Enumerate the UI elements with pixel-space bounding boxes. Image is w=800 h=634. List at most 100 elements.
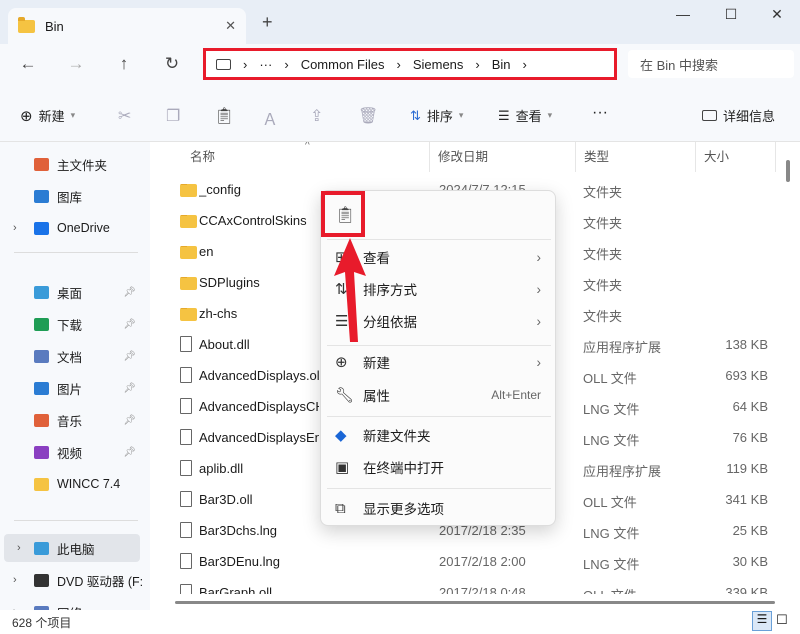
file-size: 25 KB [732, 523, 768, 538]
details-button[interactable]: 详细信息 [702, 106, 775, 125]
folder-icon [180, 308, 197, 321]
sidebar-item-icon [34, 477, 49, 491]
sidebar-item[interactable]: 视频 📌︎ [0, 438, 148, 466]
sidebar-item[interactable]: 图库 [0, 182, 148, 210]
item-count: 628 个项目 [12, 616, 72, 630]
chevron-right-icon[interactable]: › [13, 574, 17, 586]
sort-button[interactable]: ⇅ 排序 ▾ [410, 106, 463, 125]
breadcrumb-bin[interactable]: Bin [492, 57, 511, 72]
details-label: 详细信息 [723, 109, 776, 124]
sidebar-item[interactable]: 图片 📌︎ [0, 374, 148, 402]
chevron-right-icon: › [536, 354, 542, 370]
context-menu-item[interactable]: 🔧︎ 属性 Alt+Enter [321, 379, 557, 411]
sidebar-item-label: 此电脑 [57, 542, 95, 557]
breadcrumb-siemens[interactable]: Siemens [413, 57, 464, 72]
search-input[interactable]: 在 Bin 中搜索 [628, 50, 794, 78]
chevron-right-icon: › [396, 56, 401, 72]
file-name: AdvancedDisplaysEn [199, 430, 319, 445]
new-folder-icon: ◆ [335, 427, 347, 444]
file-type: 文件夹 [583, 309, 623, 324]
chevron-right-icon: › [475, 56, 480, 72]
pin-icon[interactable]: 📌︎ [123, 447, 136, 458]
view-button[interactable]: ☰ 查看 ▾ [498, 106, 552, 125]
sort-label: 排序 [426, 109, 453, 124]
minimize-button[interactable]: — [660, 6, 706, 28]
sidebar-item[interactable]: 文档 📌︎ [0, 342, 148, 370]
file-type: 应用程序扩展 [583, 464, 662, 479]
chevron-right-icon[interactable]: › [17, 542, 21, 554]
view-label: 查看 [515, 109, 542, 124]
close-button[interactable]: ✕ [754, 6, 800, 28]
pin-icon[interactable]: 📌︎ [123, 287, 136, 298]
file-name: About.dll [199, 337, 250, 352]
new-tab-button[interactable]: + [262, 12, 273, 33]
details-view-toggle[interactable]: ☰ [752, 611, 772, 631]
tiles-view-toggle[interactable]: ☐ [776, 612, 788, 628]
maximize-button[interactable]: ☐ [708, 6, 754, 28]
context-menu-item[interactable]: ◆ 新建文件夹 [321, 419, 557, 451]
rename-icon[interactable]: Ａ [262, 106, 278, 130]
file-row[interactable]: BarGraph.oll 2017/2/18 0:48 OLL 文件 339 KB [160, 577, 780, 594]
context-menu-item[interactable]: ▣ 在终端中打开 [321, 451, 557, 483]
wrench-icon: 🔧︎ [335, 387, 355, 404]
delete-icon[interactable]: 🗑︎ [358, 106, 378, 126]
paste-icon[interactable]: 📋︎ [214, 106, 234, 126]
refresh-button[interactable]: ↻ [160, 54, 184, 74]
breadcrumb-common-files[interactable]: Common Files [301, 57, 385, 72]
sidebar-item[interactable]: 音乐 📌︎ [0, 406, 148, 434]
file-type: 文件夹 [583, 216, 623, 231]
horizontal-scrollbar[interactable] [175, 601, 775, 604]
up-button[interactable]: ↑ [112, 54, 136, 74]
pin-icon[interactable]: 📌︎ [123, 319, 136, 330]
tab-bin[interactable]: Bin ✕ [8, 8, 246, 44]
cut-icon[interactable]: ✂ [118, 106, 131, 126]
sidebar-item-label: 下载 [57, 318, 83, 333]
file-name: en [199, 244, 214, 259]
context-menu-item[interactable]: ⧉ 显示更多选项 [321, 492, 557, 524]
column-header-size[interactable]: 大小 [696, 142, 776, 172]
folder-icon [180, 215, 197, 228]
sidebar-item[interactable]: 主文件夹 [0, 150, 148, 178]
share-icon[interactable]: ⇪ [310, 106, 323, 126]
file-name: _config [199, 182, 241, 197]
file-size: 119 KB [726, 461, 768, 476]
close-tab-icon[interactable]: ✕ [225, 18, 236, 34]
context-menu-label: 显示更多选项 [363, 502, 444, 517]
sidebar-item[interactable]: 下载 📌︎ [0, 310, 148, 338]
back-button[interactable]: ← [16, 54, 40, 74]
new-label: 新建 [38, 109, 65, 124]
file-name: AdvancedDisplays.oll [199, 368, 319, 383]
file-date: 2017/2/18 0:48 [439, 585, 526, 594]
more-button[interactable]: ··· [592, 104, 608, 122]
column-header-type[interactable]: 类型 [576, 142, 696, 172]
file-row[interactable]: Bar3DEnu.lng 2017/2/18 2:00 LNG 文件 30 KB [160, 546, 780, 577]
column-header-date[interactable]: 修改日期 [430, 142, 576, 172]
new-button[interactable]: ⊕ 新建 ▾ [20, 106, 75, 125]
more-options-icon: ⧉ [335, 499, 346, 517]
vertical-scrollbar[interactable] [786, 160, 790, 182]
pin-icon[interactable]: 📌︎ [123, 351, 136, 362]
copy-icon[interactable]: ❐ [166, 106, 180, 126]
file-icon [180, 584, 192, 594]
context-menu-item[interactable]: ⊕ 新建 › [321, 346, 557, 378]
divider [14, 252, 138, 253]
sidebar-item[interactable]: WINCC 7.4 [0, 470, 148, 498]
sidebar-item-label: DVD 驱动器 (F: [57, 574, 144, 589]
file-name: aplib.dll [199, 461, 244, 476]
pin-icon[interactable]: 📌︎ [123, 383, 136, 394]
sidebar-item-label: 视频 [57, 446, 83, 461]
sidebar-item[interactable]: › 此电脑 [4, 534, 140, 562]
address-bar[interactable]: › ··· › Common Files › Siemens › Bin › [203, 48, 617, 80]
file-icon [180, 367, 192, 383]
sidebar-item[interactable]: › DVD 驱动器 (F: [0, 566, 148, 594]
sidebar-item[interactable]: 桌面 📌︎ [0, 278, 148, 306]
chevron-right-icon[interactable]: › [13, 222, 17, 234]
sidebar-item[interactable]: › OneDrive [0, 214, 148, 242]
sidebar-item-icon [34, 285, 49, 299]
breadcrumb-more[interactable]: ··· [259, 57, 272, 72]
sidebar-item-label: 文档 [57, 350, 83, 365]
pin-icon[interactable]: 📌︎ [123, 415, 136, 426]
chevron-down-icon: ▾ [547, 110, 553, 120]
file-icon [180, 398, 192, 414]
forward-button[interactable]: → [64, 54, 88, 74]
